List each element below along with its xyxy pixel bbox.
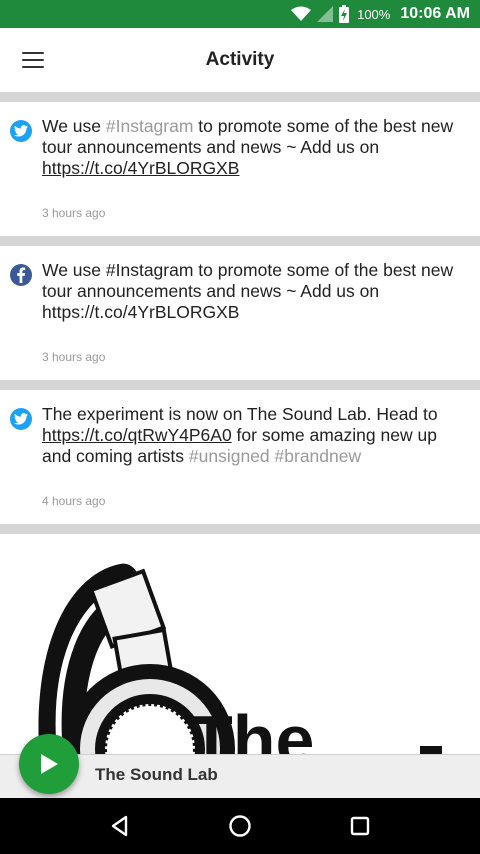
- post-text: We use #Instagram to promote some of the…: [42, 260, 454, 322]
- app-bar: Activity: [0, 28, 480, 92]
- system-nav-bar: [0, 798, 480, 854]
- page-title: Activity: [205, 49, 275, 70]
- activity-post[interactable]: We use #Instagram to promote some of the…: [0, 246, 480, 380]
- hamburger-menu-icon[interactable]: [18, 48, 48, 72]
- post-timestamp: 4 hours ago: [42, 494, 106, 508]
- post-text: The experiment is now on The Sound Lab. …: [42, 404, 438, 466]
- activity-post[interactable]: The experiment is now on The Sound Lab. …: [0, 390, 480, 524]
- hashtag-link[interactable]: #Instagram: [106, 116, 194, 136]
- status-bar: 100% 10:06 AM: [0, 0, 480, 28]
- headphones-artwork: The: [38, 563, 442, 764]
- post-timestamp: 3 hours ago: [42, 206, 106, 220]
- player-title: The Sound Lab: [95, 765, 218, 784]
- battery-charging-icon: [339, 5, 350, 23]
- clock: 10:06 AM: [400, 5, 470, 22]
- activity-post[interactable]: We use #Instagram to promote some of the…: [0, 102, 480, 236]
- hashtag-link[interactable]: #unsigned: [189, 446, 270, 466]
- post-link[interactable]: https://t.co/4YrBLORGXB: [42, 158, 239, 178]
- promo-image[interactable]: The: [0, 534, 480, 764]
- back-triangle-icon: [111, 815, 128, 837]
- wifi-icon: [291, 6, 312, 21]
- twitter-icon: [10, 120, 32, 142]
- back-button[interactable]: [100, 806, 140, 846]
- activity-feed[interactable]: We use #Instagram to promote some of the…: [0, 92, 480, 798]
- home-circle-icon: [229, 815, 251, 837]
- post-link[interactable]: https://t.co/qtRwY4P6A0: [42, 425, 232, 445]
- play-icon: [41, 754, 58, 774]
- facebook-icon: [10, 264, 32, 286]
- home-button[interactable]: [220, 806, 260, 846]
- signal-icon: [317, 6, 334, 22]
- recents-button[interactable]: [340, 806, 380, 846]
- recents-square-icon: [350, 816, 370, 836]
- post-timestamp: 3 hours ago: [42, 350, 106, 364]
- post-text: We use #Instagram to promote some of the…: [42, 116, 454, 178]
- play-button[interactable]: [19, 734, 79, 794]
- hashtag-link[interactable]: #brandnew: [275, 446, 362, 466]
- status-icons: [291, 5, 350, 23]
- battery-percent: 100%: [357, 6, 391, 22]
- twitter-icon: [10, 408, 32, 430]
